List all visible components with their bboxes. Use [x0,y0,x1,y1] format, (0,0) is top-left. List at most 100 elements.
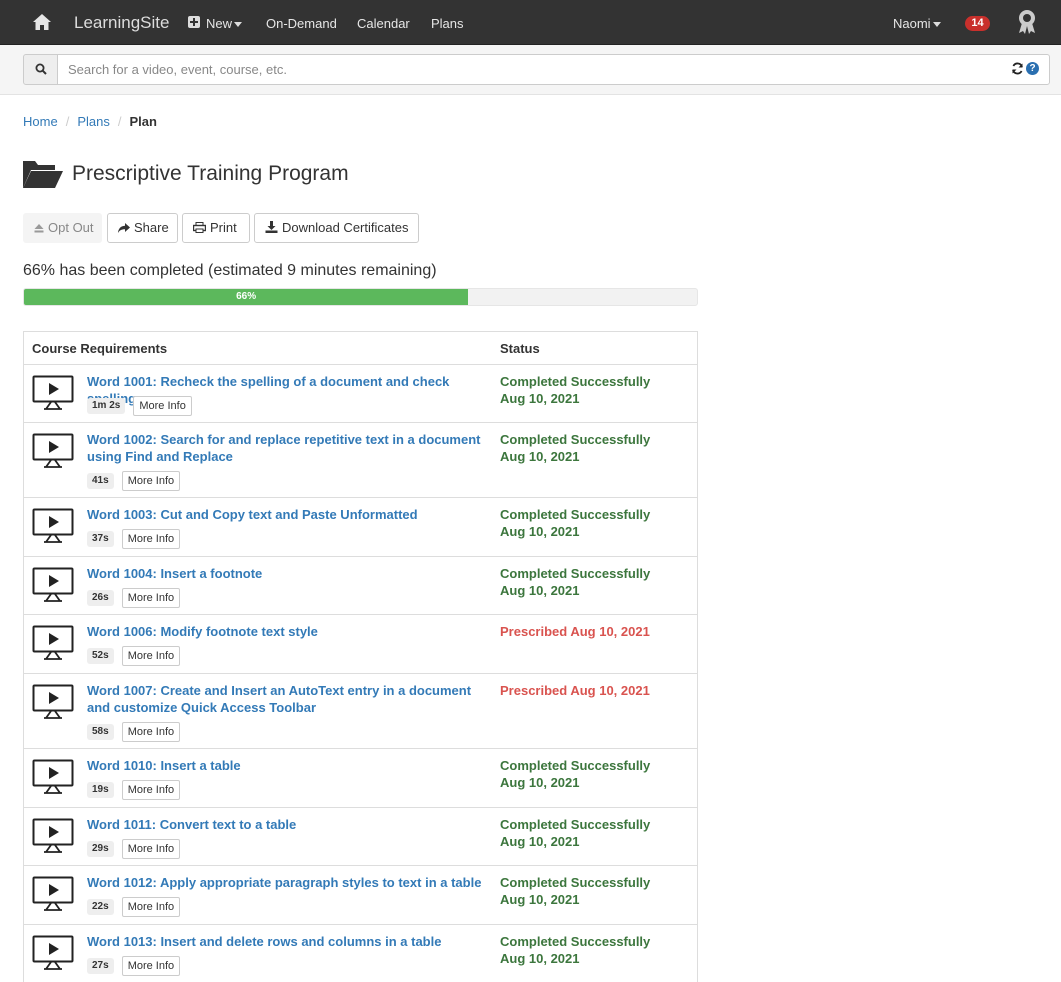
status-text: Completed Successfully Aug 10, 2021 [500,874,650,908]
breadcrumb-home[interactable]: Home [23,114,58,129]
search-input[interactable] [57,54,1050,85]
share-button[interactable]: Share [107,213,178,243]
table-row: Word 1002: Search for and replace repeti… [24,423,697,498]
plus-square-icon[interactable] [188,16,200,28]
print-icon [192,215,207,243]
course-title-link[interactable]: Word 1011: Convert text to a table [87,816,487,833]
help-icon[interactable]: ? [1026,62,1039,75]
video-monitor-icon [32,935,74,970]
table-row: Word 1012: Apply appropriate paragraph s… [24,866,697,925]
status-text: Completed Successfully Aug 10, 2021 [500,816,650,850]
more-info-button[interactable]: More Info [121,956,181,976]
more-info-button[interactable]: More Info [121,529,181,549]
duration-badge: 1m 2s [87,398,126,414]
search-icon [35,63,47,75]
progress-summary: 66% has been completed (estimated 9 minu… [23,262,437,279]
breadcrumb-plans[interactable]: Plans [77,114,110,129]
table-row: Word 1006: Modify footnote text style 52s… [24,615,697,674]
table-row: Word 1007: Create and Insert an AutoText… [24,674,697,749]
home-icon[interactable] [31,11,53,33]
status-label: Completed Successfully [500,817,651,832]
more-info-button[interactable]: More Info [121,646,181,666]
search-button[interactable] [23,54,58,85]
course-title-link[interactable]: Word 1007: Create and Insert an AutoText… [87,682,487,716]
status-label: Completed Successfully [500,507,651,522]
course-meta: 41s More Info [87,471,181,491]
status-label: Completed Successfully [500,875,651,890]
course-meta: 1m 2s More Info [87,396,192,416]
video-monitor-icon [32,508,74,543]
table-row: Word 1013: Insert and delete rows and co… [24,925,697,982]
more-info-button[interactable]: More Info [121,471,181,491]
status-date: Aug 10, 2021 [500,775,580,790]
nav-on-demand[interactable]: On-Demand [266,16,337,31]
refresh-icon[interactable] [1011,62,1024,75]
new-menu[interactable]: New [206,16,243,31]
progress-bar: 66% [23,288,698,306]
table-row: Word 1001: Recheck the spelling of a doc… [24,365,697,423]
progress-fill: 66% [24,289,469,305]
duration-badge: 52s [87,648,114,664]
breadcrumb: Home / Plans / Plan [23,114,157,129]
status-text: Completed Successfully Aug 10, 2021 [500,933,650,967]
course-meta: 19s More Info [87,780,181,800]
more-info-button[interactable]: More Info [121,839,181,859]
status-label: Completed Successfully [500,934,651,949]
status-text: Prescribed Aug 10, 2021 [500,623,650,640]
opt-out-button[interactable]: Opt Out [23,213,102,243]
more-info-button[interactable]: More Info [121,588,181,608]
more-info-button[interactable]: More Info [121,897,181,917]
course-title-link[interactable]: Word 1002: Search for and replace repeti… [87,431,487,465]
course-meta: 26s More Info [87,588,181,608]
course-title-link[interactable]: Word 1004: Insert a footnote [87,565,487,582]
page-title: Prescriptive Training Program [72,162,349,185]
status-date: Aug 10, 2021 [500,524,580,539]
course-title-link[interactable]: Word 1013: Insert and delete rows and co… [87,933,487,950]
duration-badge: 41s [87,473,114,489]
course-meta: 37s More Info [87,529,181,549]
top-navbar: LearningSite New On-Demand Calendar Plan… [0,0,1061,45]
more-info-button[interactable]: More Info [133,396,192,416]
course-meta: 29s More Info [87,839,181,859]
duration-badge: 22s [87,899,114,915]
course-meta: 22s More Info [87,897,181,917]
video-monitor-icon [32,684,74,719]
print-button[interactable]: Print [182,213,250,243]
status-label: Prescribed Aug 10, 2021 [500,624,650,639]
status-label: Completed Successfully [500,374,651,389]
search-bar [0,45,1061,95]
award-ribbon-icon[interactable] [1016,9,1038,35]
duration-badge: 37s [87,531,114,547]
more-info-button[interactable]: More Info [121,722,181,742]
video-monitor-icon [32,375,74,410]
duration-badge: 58s [87,724,114,740]
breadcrumb-current: Plan [129,114,157,129]
duration-badge: 27s [87,958,114,974]
status-date: Aug 10, 2021 [500,892,580,907]
notification-badge[interactable]: 14 [965,16,990,31]
caret-down-icon [932,22,941,28]
status-date: Aug 10, 2021 [500,951,580,966]
course-requirements-table: Course Requirements Status Word 1001: Re… [23,331,698,982]
course-title-link[interactable]: Word 1010: Insert a table [87,757,487,774]
duration-badge: 29s [87,841,114,857]
download-certificates-button[interactable]: Download Certificates [254,213,419,243]
table-row: Word 1010: Insert a table 19s More Info Com… [24,749,697,808]
video-monitor-icon [32,818,74,853]
course-title-link[interactable]: Word 1012: Apply appropriate paragraph s… [87,874,487,891]
video-monitor-icon [32,567,74,602]
folder-open-icon [23,161,63,188]
share-icon [118,215,130,243]
more-info-button[interactable]: More Info [121,780,181,800]
nav-calendar[interactable]: Calendar [357,16,410,31]
brand-logo[interactable]: LearningSite [74,13,169,33]
status-date: Aug 10, 2021 [500,391,580,406]
course-title-link[interactable]: Word 1003: Cut and Copy text and Paste U… [87,506,487,523]
video-monitor-icon [32,759,74,794]
status-label: Prescribed Aug 10, 2021 [500,683,650,698]
user-menu[interactable]: Naomi [893,16,941,31]
duration-badge: 26s [87,590,114,606]
nav-plans[interactable]: Plans [431,16,464,31]
course-title-link[interactable]: Word 1006: Modify footnote text style [87,623,487,640]
status-text: Completed Successfully Aug 10, 2021 [500,431,650,465]
